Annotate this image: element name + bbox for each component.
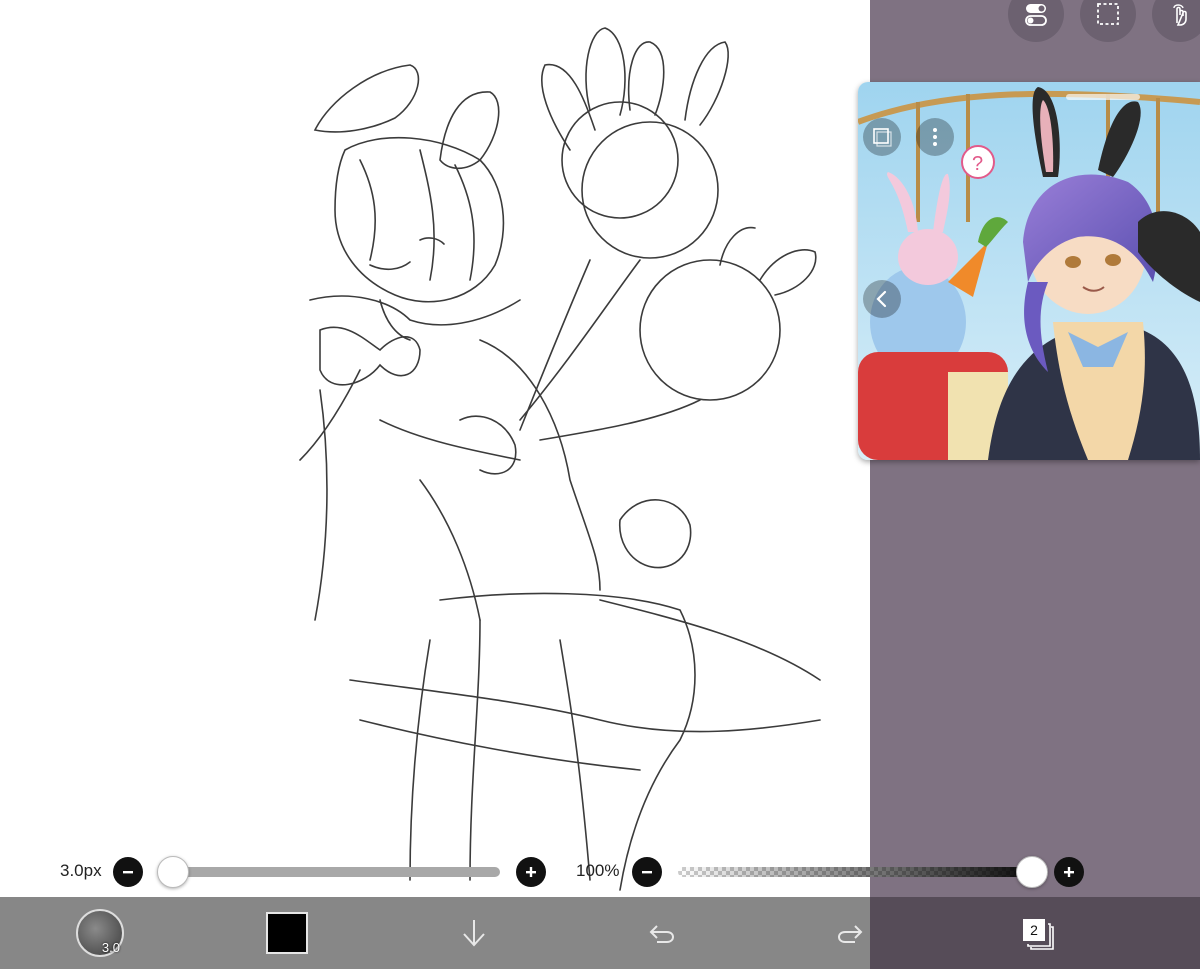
reference-collapse-button[interactable] [863,280,901,318]
opacity-increase-button[interactable] [1054,857,1084,887]
current-color-swatch [266,912,308,954]
opacity-knob[interactable] [1016,856,1048,888]
svg-text:?: ? [972,153,983,175]
arrow-down-icon [463,920,485,947]
opacity-track[interactable] [678,867,1048,877]
transfer-down-button[interactable] [444,897,504,969]
plus-icon [526,867,536,877]
brush-size-increase-button[interactable] [516,857,546,887]
minus-icon [123,871,133,874]
more-options-icon [933,128,937,146]
sketch-drawing [299,27,821,891]
reference-panel-grip[interactable] [1066,94,1140,100]
brush-size-badge: 3.0 [101,940,120,955]
brush-size-knob[interactable] [157,856,189,888]
minus-icon [642,871,652,874]
undo-icon [649,925,674,943]
brush-preview: 3.0 [76,909,124,957]
undo-button[interactable] [632,897,692,969]
redo-icon [838,925,863,943]
brush-tool-button[interactable]: 3.0 [70,897,130,969]
toggle-switch-icon [1025,4,1047,26]
brush-size-label: 3.0px [60,861,102,880]
touch-gesture-icon [1173,4,1187,26]
layers-icon: 2 [1020,916,1056,950]
opacity-decrease-button[interactable] [632,857,662,887]
drawing-canvas[interactable] [0,0,870,897]
brush-size-track[interactable] [172,867,500,877]
brush-size-decrease-button[interactable] [113,857,143,887]
reference-image-panel[interactable]: ? [858,82,1200,460]
selection-icon [1097,3,1119,25]
layers-button[interactable]: 2 [1008,897,1068,969]
reference-image: ? [858,82,1200,460]
plus-icon [1064,867,1074,877]
chevron-left-icon [876,290,887,308]
redo-button[interactable] [820,897,880,969]
reference-layer-button[interactable] [863,118,901,156]
layer-count: 2 [1023,919,1045,941]
opacity-label: 100% [576,861,620,880]
layer-icon [873,128,892,147]
reference-more-button[interactable] [916,118,954,156]
toolbar-main [0,897,870,969]
bottom-toolbar: 3.0 2 [0,897,1200,969]
color-button[interactable] [257,897,317,969]
